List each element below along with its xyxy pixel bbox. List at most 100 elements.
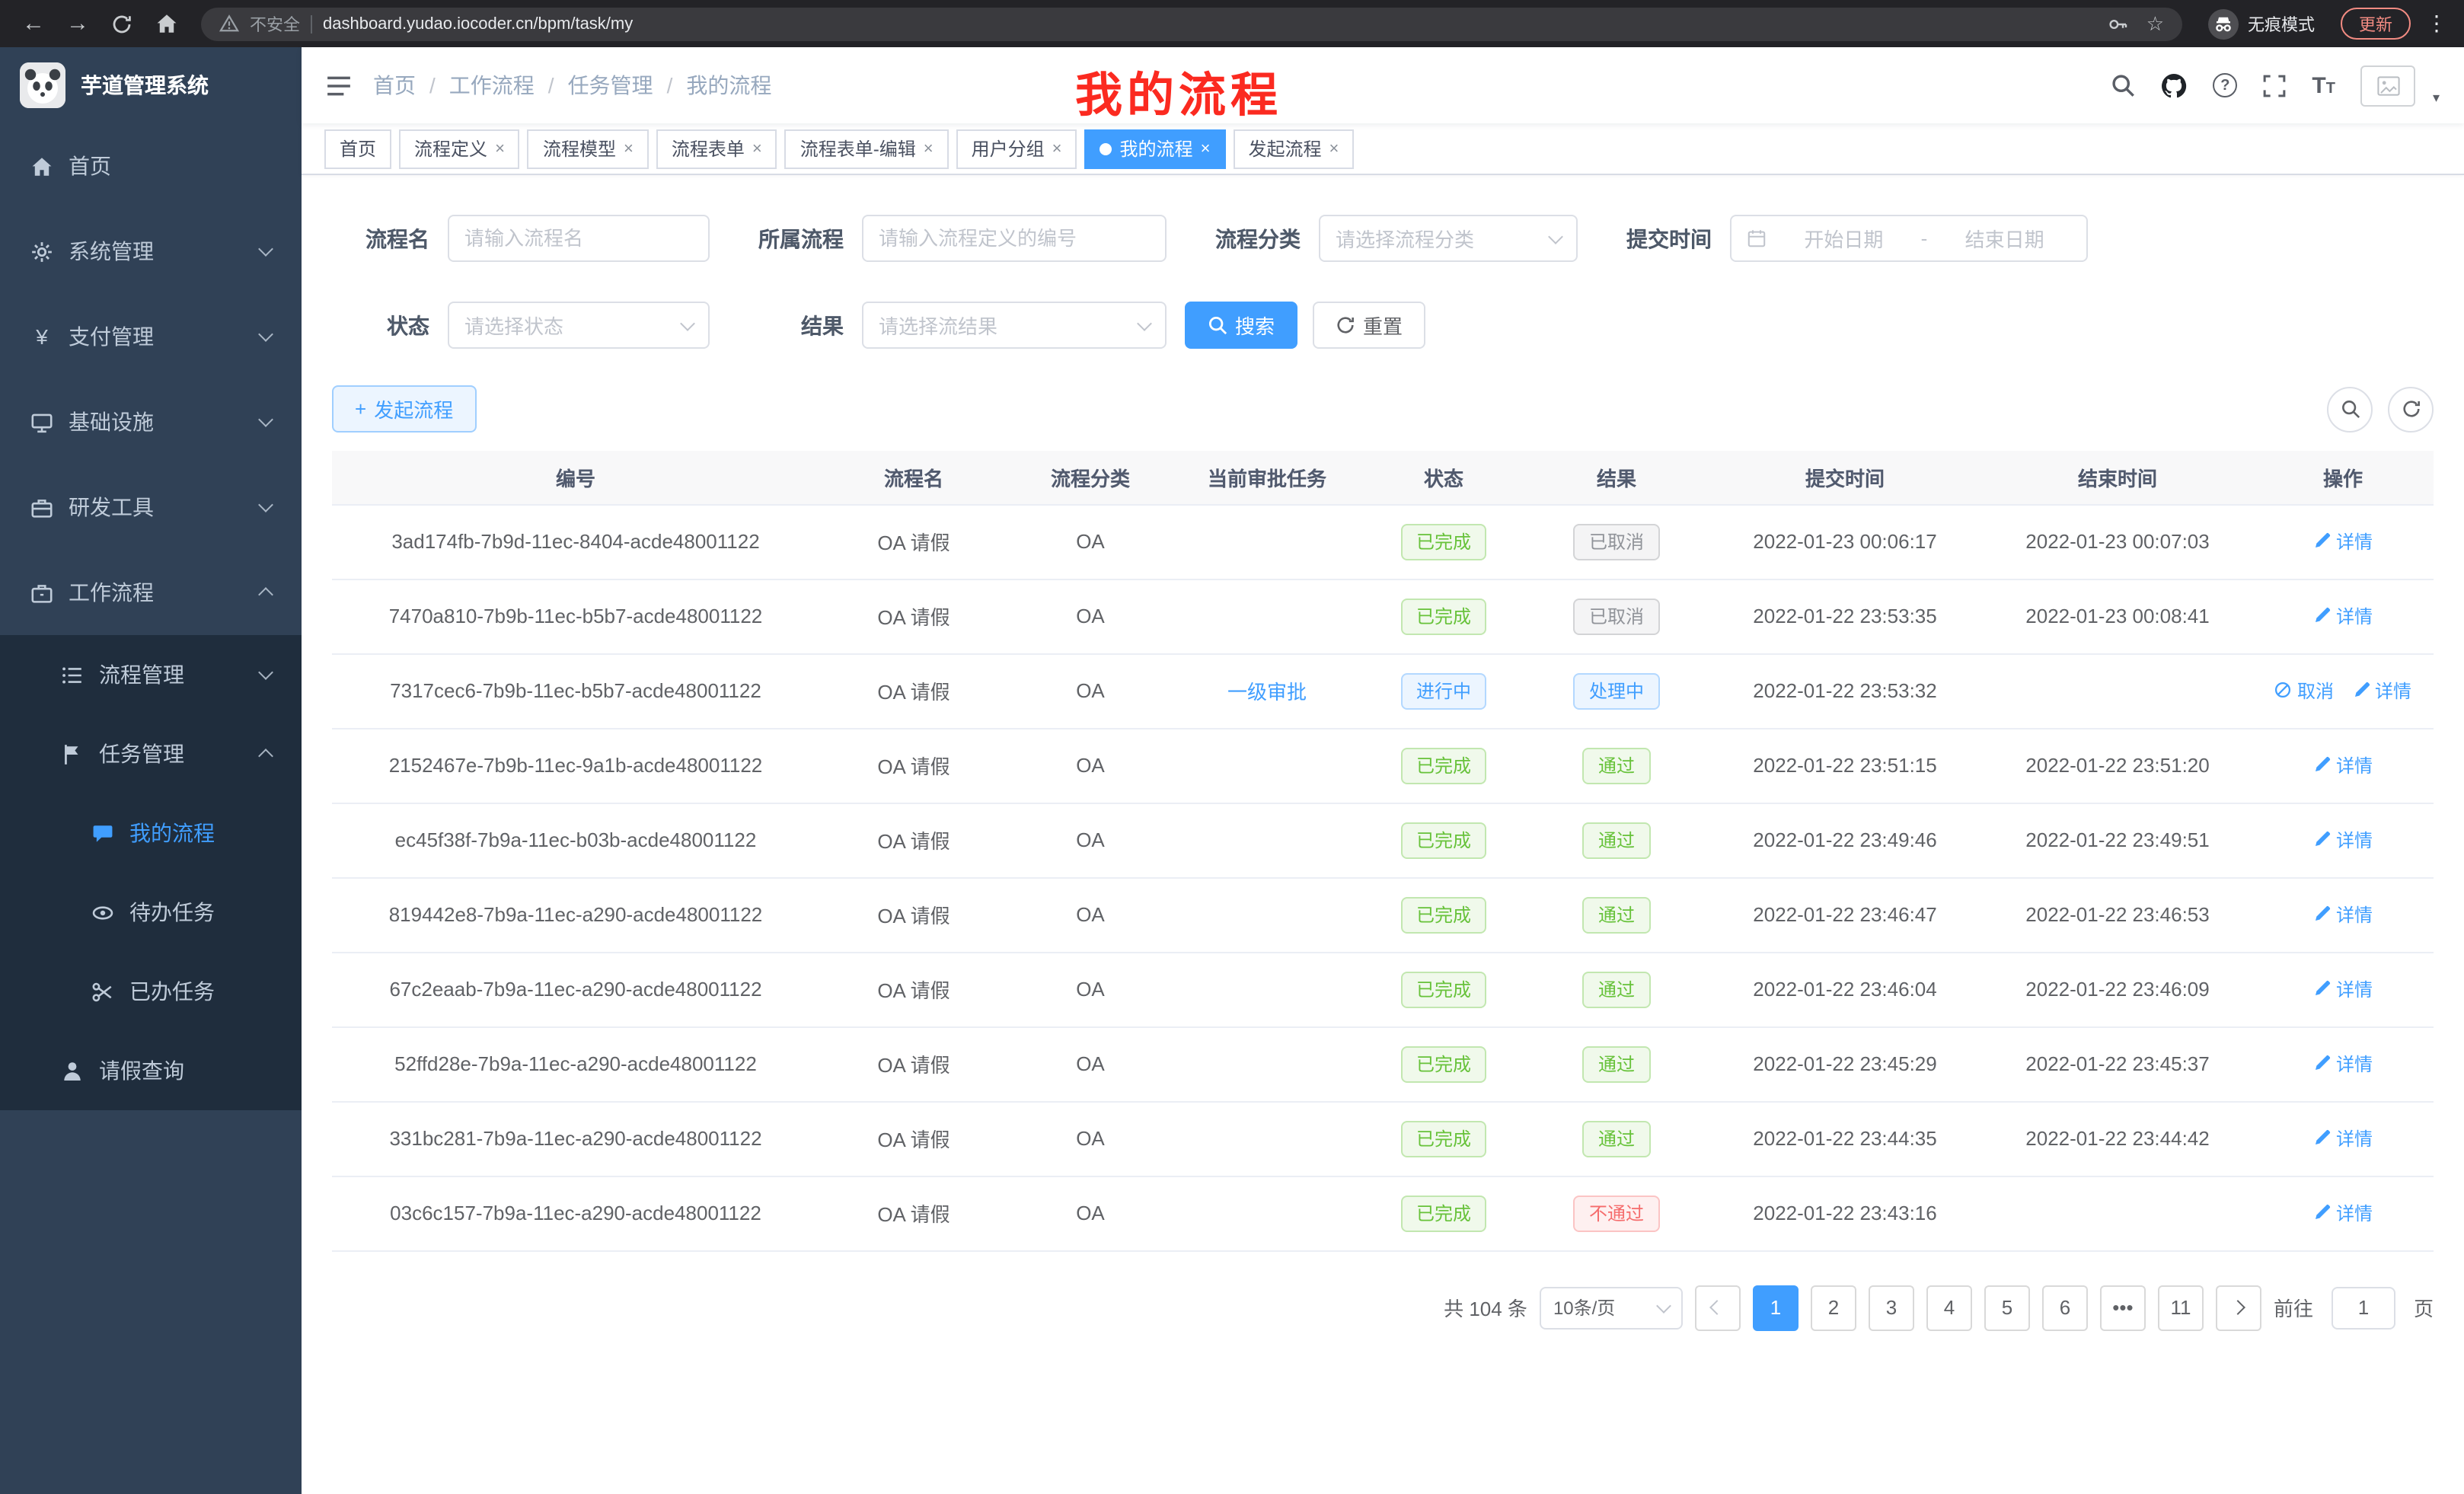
browser-home-icon[interactable] — [148, 5, 184, 42]
url-text: dashboard.yudao.iocoder.cn/bpm/task/my — [323, 14, 633, 33]
submit-time-range-picker[interactable]: 开始日期 - 结束日期 — [1730, 215, 2088, 262]
github-icon[interactable] — [2161, 72, 2187, 98]
close-icon[interactable]: × — [1201, 139, 1211, 158]
close-icon[interactable]: × — [1052, 139, 1062, 158]
status-badge: 已完成 — [1401, 896, 1486, 933]
next-page-button[interactable] — [2216, 1285, 2261, 1330]
page-button-2[interactable]: 2 — [1811, 1285, 1856, 1330]
chevron-down-icon — [258, 241, 273, 257]
hamburger-icon[interactable] — [326, 74, 352, 97]
result-badge: 通过 — [1583, 822, 1650, 858]
process-name-input[interactable] — [448, 215, 710, 262]
status-badge: 进行中 — [1401, 672, 1486, 709]
close-icon[interactable]: × — [924, 139, 934, 158]
breadcrumb-task-mgmt[interactable]: 任务管理 — [568, 70, 653, 101]
status-badge: 已完成 — [1401, 1120, 1486, 1157]
detail-link[interactable]: 详情 — [2313, 603, 2373, 629]
incognito-badge: 无痕模式 — [2208, 8, 2315, 39]
result-label: 结果 — [728, 310, 844, 340]
page-button-1[interactable]: 1 — [1753, 1285, 1799, 1330]
fullscreen-icon[interactable] — [2263, 74, 2286, 97]
more-pages-button[interactable]: ••• — [2100, 1285, 2146, 1330]
sidebar-item-payment[interactable]: ¥ 支付管理 — [0, 294, 302, 379]
bookmark-star-icon[interactable]: ☆ — [2146, 11, 2164, 36]
goto-page-input[interactable] — [2332, 1286, 2395, 1329]
start-process-button[interactable]: + 发起流程 — [332, 385, 476, 433]
close-icon[interactable]: × — [495, 139, 505, 158]
category-select[interactable]: 请选择流程分类 — [1319, 215, 1578, 262]
cancel-link[interactable]: 取消 — [2274, 678, 2334, 704]
tab-home[interactable]: 首页 — [324, 129, 391, 168]
calendar-icon — [1747, 228, 1767, 248]
detail-link[interactable]: 详情 — [2313, 1200, 2373, 1226]
sidebar-item-my-process[interactable]: 我的流程 — [0, 793, 302, 873]
pagination: 共 104 条 10条/页 1 2 3 4 5 6 ••• 11 前往 — [332, 1285, 2434, 1330]
list-icon — [61, 663, 84, 686]
tab-start-process[interactable]: 发起流程× — [1233, 129, 1354, 168]
browser-menu-icon[interactable]: ⋮ — [2424, 11, 2449, 37]
page-button-6[interactable]: 6 — [2042, 1285, 2088, 1330]
status-select[interactable]: 请选择状态 — [448, 302, 710, 349]
sidebar-item-home[interactable]: 首页 — [0, 123, 302, 209]
current-task-link[interactable]: 一级审批 — [1227, 681, 1307, 704]
sidebar-item-task-mgmt[interactable]: 任务管理 — [0, 714, 302, 793]
page-button-4[interactable]: 4 — [1926, 1285, 1972, 1330]
help-icon[interactable]: ? — [2213, 73, 2237, 97]
sidebar-item-done-task[interactable]: 已办任务 — [0, 952, 302, 1031]
font-size-icon[interactable]: TT — [2312, 74, 2335, 97]
sidebar-item-todo-task[interactable]: 待办任务 — [0, 873, 302, 952]
result-select[interactable]: 请选择流结果 — [862, 302, 1167, 349]
sidebar-item-process-mgmt[interactable]: 流程管理 — [0, 635, 302, 714]
show-search-button[interactable] — [2327, 386, 2373, 432]
chevron-down-icon — [258, 327, 273, 342]
close-icon[interactable]: × — [624, 139, 634, 158]
avatar[interactable] — [2361, 65, 2416, 106]
detail-link[interactable]: 详情 — [2313, 1125, 2373, 1151]
breadcrumb-workflow[interactable]: 工作流程 — [449, 70, 535, 101]
eye-icon — [91, 901, 114, 924]
reset-button[interactable]: 重置 — [1313, 302, 1425, 349]
result-badge: 通过 — [1583, 747, 1650, 784]
sidebar-item-workflow[interactable]: 工作流程 — [0, 550, 302, 635]
detail-link[interactable]: 详情 — [2313, 976, 2373, 1002]
tab-my-process[interactable]: 我的流程× — [1085, 129, 1226, 168]
detail-link[interactable]: 详情 — [2313, 752, 2373, 778]
tab-process-form-edit[interactable]: 流程表单-编辑× — [785, 129, 949, 168]
tab-process-model[interactable]: 流程模型× — [528, 129, 649, 168]
search-button[interactable]: 搜索 — [1185, 302, 1297, 349]
close-icon[interactable]: × — [1329, 139, 1339, 158]
search-icon[interactable] — [2111, 73, 2135, 97]
sidebar-item-system[interactable]: 系统管理 — [0, 209, 302, 294]
detail-link[interactable]: 详情 — [2313, 1051, 2373, 1077]
refresh-button[interactable] — [2388, 386, 2434, 432]
person-icon — [61, 1059, 84, 1082]
goto-unit: 页 — [2414, 1293, 2434, 1322]
detail-link[interactable]: 详情 — [2313, 827, 2373, 853]
browser-update-button[interactable]: 更新 — [2341, 8, 2411, 40]
password-key-icon[interactable] — [2108, 13, 2130, 34]
reload-icon[interactable] — [104, 5, 140, 42]
tab-user-group[interactable]: 用户分组× — [956, 129, 1077, 168]
browser-chrome: ← → 不安全 dashboard.yudao.iocoder.cn/bpm/t… — [0, 0, 2464, 47]
page-size-select[interactable]: 10条/页 — [1540, 1286, 1683, 1329]
close-icon[interactable]: × — [752, 139, 762, 158]
sidebar-item-infrastructure[interactable]: 基础设施 — [0, 379, 302, 464]
page-button-5[interactable]: 5 — [1984, 1285, 2030, 1330]
detail-link[interactable]: 详情 — [2313, 902, 2373, 927]
sidebar-item-leave-query[interactable]: 请假查询 — [0, 1031, 302, 1110]
forward-icon[interactable]: → — [59, 5, 96, 42]
sidebar-item-devtools[interactable]: 研发工具 — [0, 464, 302, 550]
back-icon[interactable]: ← — [15, 5, 52, 42]
gear-icon — [30, 240, 53, 263]
breadcrumb-home[interactable]: 首页 — [373, 70, 416, 101]
page-button-3[interactable]: 3 — [1869, 1285, 1914, 1330]
url-divider — [311, 14, 312, 33]
url-bar[interactable]: 不安全 dashboard.yudao.iocoder.cn/bpm/task/… — [201, 7, 2182, 40]
process-definition-input[interactable] — [862, 215, 1167, 262]
tab-process-form[interactable]: 流程表单× — [656, 129, 777, 168]
detail-link[interactable]: 详情 — [2313, 528, 2373, 554]
tab-process-definition[interactable]: 流程定义× — [399, 129, 520, 168]
prev-page-button[interactable] — [1695, 1285, 1741, 1330]
page-button-11[interactable]: 11 — [2158, 1285, 2204, 1330]
detail-link[interactable]: 详情 — [2352, 678, 2411, 704]
